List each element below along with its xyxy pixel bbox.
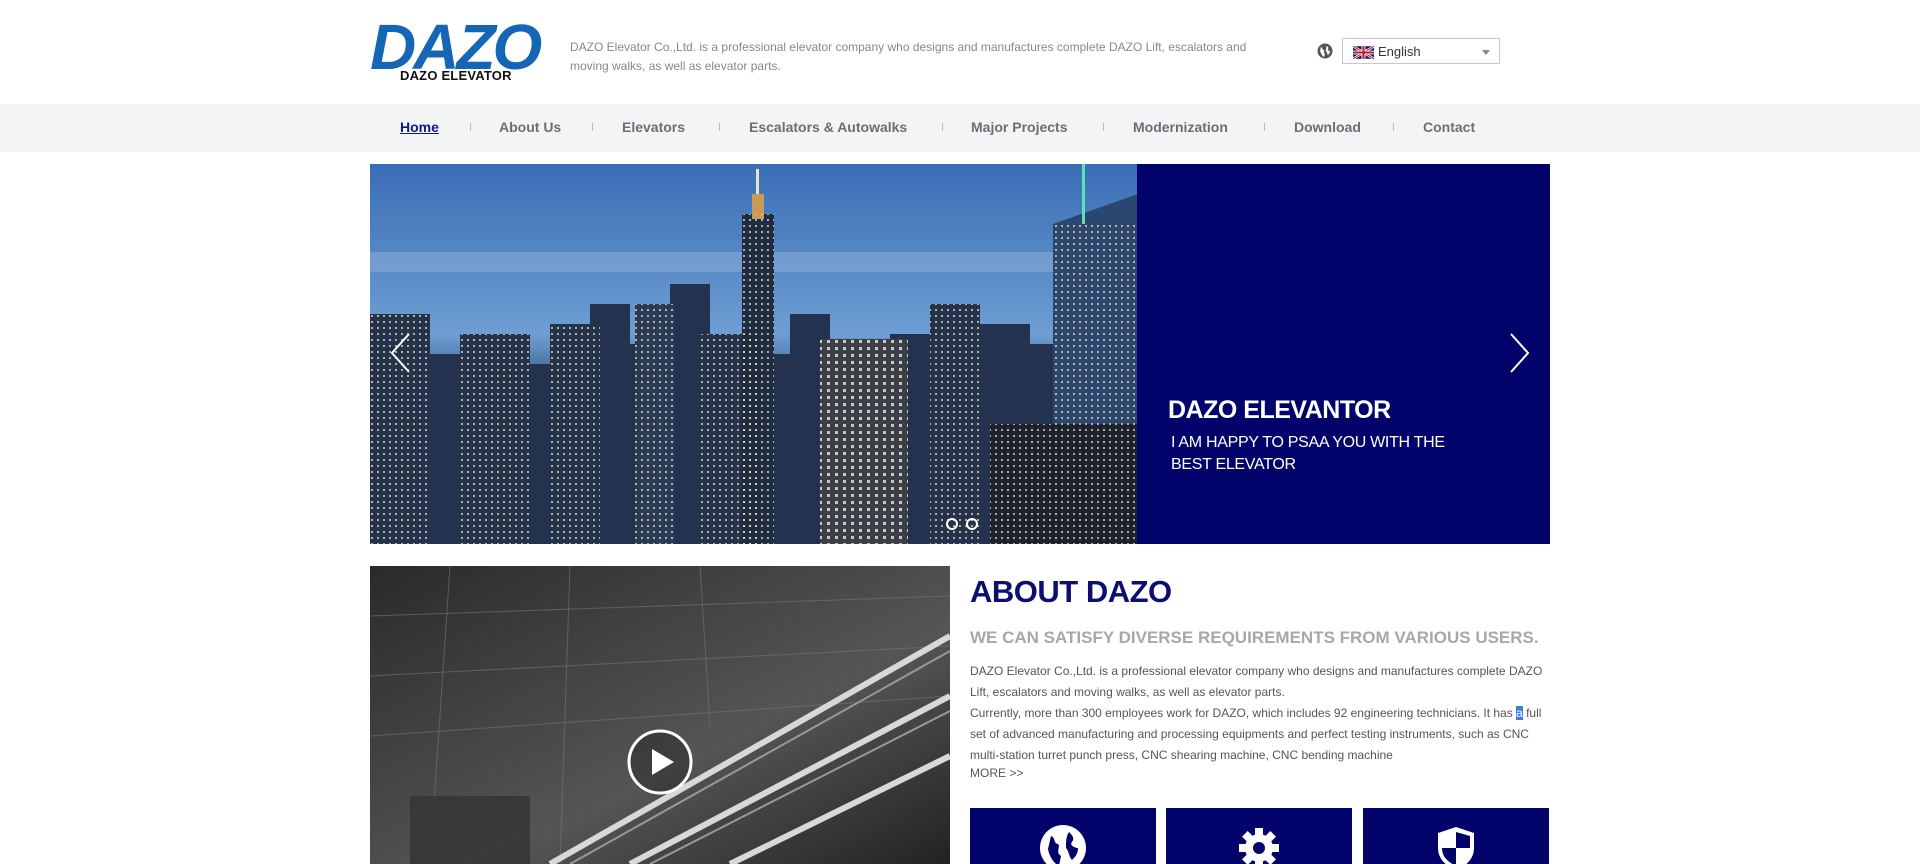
hero-title: DAZO ELEVANTOR (1168, 396, 1391, 424)
about-paragraph-2-start: Currently, more than 300 employees work … (970, 706, 1517, 720)
hero-slider: DAZO ELEVANTOR I AM HAPPY TO PSAA YOU WI… (370, 164, 1550, 544)
about-paragraph-2: Currently, more than 300 employees work … (970, 703, 1555, 766)
hero-caption-panel (1137, 164, 1550, 544)
uk-flag-icon (1353, 46, 1374, 59)
nav-elevators[interactable]: Elevators (622, 119, 685, 135)
feature-tile-technology[interactable] (1166, 808, 1352, 864)
about-paragraph-1: DAZO Elevator Co.,Ltd. is a professional… (970, 664, 1543, 699)
language-label: English (1378, 44, 1421, 59)
chevron-down-icon (1482, 50, 1490, 55)
globe-icon (1317, 43, 1333, 59)
play-icon[interactable] (626, 728, 694, 796)
nav-home[interactable]: Home (400, 119, 439, 135)
escalator-image (370, 566, 950, 864)
nav-contact[interactable]: Contact (1423, 119, 1475, 135)
about-subtitle: WE CAN SATISFY DIVERSE REQUIREMENTS FROM… (970, 628, 1539, 647)
nav-separator (719, 123, 720, 131)
more-link[interactable]: MORE >> (970, 766, 1023, 780)
language-select[interactable]: English (1342, 38, 1500, 64)
main-nav (0, 104, 1920, 152)
nav-separator (592, 123, 593, 131)
nav-separator (1264, 123, 1265, 131)
nav-about-us[interactable]: About Us (499, 119, 561, 135)
shield-icon (1438, 827, 1474, 864)
gear-icon (1239, 828, 1279, 864)
feature-tile-security[interactable] (1363, 808, 1549, 864)
hero-subtitle: I AM HAPPY TO PSAA YOU WITH THE BEST ELE… (1171, 434, 1445, 473)
city-skyline-image (370, 164, 1138, 544)
slide-dot-2[interactable] (966, 518, 978, 530)
nav-separator (470, 123, 471, 131)
nav-separator (942, 123, 943, 131)
nav-separator (1103, 123, 1104, 131)
nav-major-projects[interactable]: Major Projects (971, 119, 1067, 135)
nav-separator (1393, 123, 1394, 131)
feature-tile-global[interactable] (970, 808, 1156, 864)
nav-download[interactable]: Download (1294, 119, 1361, 135)
about-title: ABOUT DAZO (970, 574, 1172, 609)
text-selection: a (1516, 706, 1523, 720)
dazo-logo[interactable]: DAZO DAZO ELEVATOR (370, 15, 550, 84)
logo-subtext: DAZO ELEVATOR (400, 68, 512, 83)
escalator-video[interactable] (370, 566, 950, 864)
nav-escalators-autowalks[interactable]: Escalators & Autowalks (749, 119, 907, 135)
slide-dot-1[interactable] (946, 518, 958, 530)
globe-icon (1040, 825, 1086, 864)
header-tagline: DAZO Elevator Co.,Ltd. is a professional… (570, 40, 1247, 73)
about-body: DAZO Elevator Co.,Ltd. is a professional… (970, 661, 1555, 766)
chevron-right-icon[interactable] (1509, 332, 1531, 374)
chevron-left-icon[interactable] (389, 332, 411, 374)
nav-modernization[interactable]: Modernization (1133, 119, 1228, 135)
